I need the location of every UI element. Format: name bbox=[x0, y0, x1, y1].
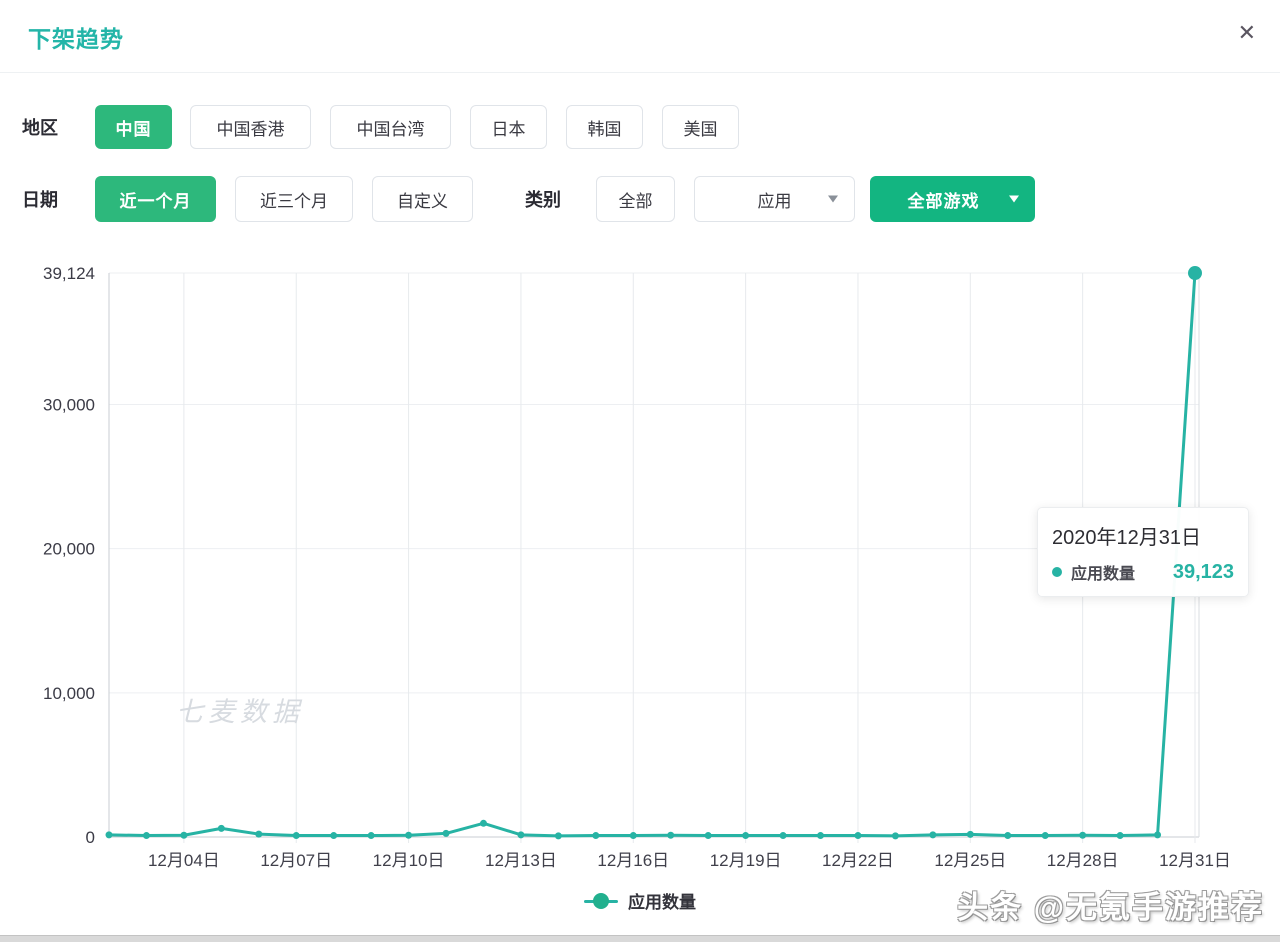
y-tick-label: 0 bbox=[86, 828, 95, 847]
x-tick-label: 12月28日 bbox=[1047, 851, 1119, 870]
data-point[interactable] bbox=[1154, 831, 1161, 838]
region-option-china[interactable]: 中国 bbox=[95, 105, 172, 149]
highlighted-data-point[interactable] bbox=[1188, 266, 1202, 280]
x-tick-label: 12月16日 bbox=[597, 851, 669, 870]
data-point[interactable] bbox=[1117, 832, 1124, 839]
data-point[interactable] bbox=[592, 832, 599, 839]
region-option-taiwan[interactable]: 中国台湾 bbox=[330, 105, 451, 149]
data-point[interactable] bbox=[368, 832, 375, 839]
category-option-all[interactable]: 全部 bbox=[596, 176, 675, 222]
data-point[interactable] bbox=[1004, 832, 1011, 839]
data-point[interactable] bbox=[405, 832, 412, 839]
data-point[interactable] bbox=[967, 831, 974, 838]
app-dropdown-value: 应用 bbox=[758, 187, 792, 212]
x-tick-label: 12月31日 bbox=[1159, 851, 1231, 870]
caret-down-icon bbox=[828, 196, 838, 203]
legend-line-dot-icon bbox=[584, 893, 618, 909]
bottom-edge bbox=[0, 935, 1280, 942]
x-tick-label: 12月25日 bbox=[934, 851, 1006, 870]
data-point[interactable] bbox=[630, 832, 637, 839]
y-tick-label: 39,124 bbox=[43, 264, 95, 283]
tooltip-value: 39,123 bbox=[1173, 561, 1234, 584]
tooltip-series-name: 应用数量 bbox=[1071, 560, 1135, 584]
toutiao-watermark: 头条 @无氪手游推荐 bbox=[957, 882, 1264, 927]
data-point[interactable] bbox=[443, 830, 450, 837]
data-point[interactable] bbox=[854, 832, 861, 839]
trend-line bbox=[109, 273, 1195, 836]
series-dot-icon bbox=[1052, 567, 1062, 577]
data-point[interactable] bbox=[555, 832, 562, 839]
y-tick-label: 20,000 bbox=[43, 540, 95, 559]
data-point[interactable] bbox=[742, 832, 749, 839]
x-tick-label: 12月04日 bbox=[148, 851, 220, 870]
app-category-dropdown[interactable]: 应用 bbox=[694, 176, 855, 222]
date-option-three-months[interactable]: 近三个月 bbox=[235, 176, 353, 222]
y-tick-label: 30,000 bbox=[43, 396, 95, 415]
date-category-filter-row: 日期 近一个月 近三个月 自定义 类别 全部 应用 全部游戏 bbox=[0, 176, 1280, 222]
x-tick-label: 12月22日 bbox=[822, 851, 894, 870]
x-tick-label: 12月07日 bbox=[260, 851, 332, 870]
page-title: 下架趋势 bbox=[28, 20, 124, 54]
data-point[interactable] bbox=[143, 832, 150, 839]
data-point[interactable] bbox=[180, 832, 187, 839]
data-point[interactable] bbox=[106, 831, 113, 838]
close-icon[interactable]: ✕ bbox=[1238, 22, 1256, 44]
date-label: 日期 bbox=[22, 186, 58, 212]
data-point[interactable] bbox=[892, 832, 899, 839]
data-point[interactable] bbox=[293, 832, 300, 839]
data-point[interactable] bbox=[480, 820, 487, 827]
data-point[interactable] bbox=[1079, 832, 1086, 839]
data-point[interactable] bbox=[667, 832, 674, 839]
date-option-last-month[interactable]: 近一个月 bbox=[95, 176, 216, 222]
caret-down-icon bbox=[1009, 196, 1019, 203]
tooltip-date: 2020年12月31日 bbox=[1052, 521, 1234, 550]
region-option-usa[interactable]: 美国 bbox=[662, 105, 739, 149]
y-tick-label: 10,000 bbox=[43, 684, 95, 703]
game-category-dropdown[interactable]: 全部游戏 bbox=[870, 176, 1035, 222]
data-point[interactable] bbox=[929, 831, 936, 838]
category-label: 类别 bbox=[525, 186, 561, 212]
data-point[interactable] bbox=[330, 832, 337, 839]
data-point[interactable] bbox=[1042, 832, 1049, 839]
region-label: 地区 bbox=[22, 114, 58, 140]
data-point[interactable] bbox=[817, 832, 824, 839]
region-filter-row: 地区 中国 中国香港 中国台湾 日本 韩国 美国 bbox=[0, 105, 1280, 149]
chart-tooltip: 2020年12月31日 应用数量 39,123 bbox=[1037, 507, 1249, 597]
x-tick-label: 12月19日 bbox=[710, 851, 782, 870]
region-option-korea[interactable]: 韩国 bbox=[566, 105, 643, 149]
game-dropdown-value: 全部游戏 bbox=[908, 187, 980, 212]
legend-label: 应用数量 bbox=[628, 888, 696, 913]
data-point[interactable] bbox=[780, 832, 787, 839]
data-point[interactable] bbox=[517, 831, 524, 838]
region-option-japan[interactable]: 日本 bbox=[470, 105, 547, 149]
x-tick-label: 12月10日 bbox=[373, 851, 445, 870]
dialog-header: 下架趋势 ✕ bbox=[0, 0, 1280, 73]
data-point[interactable] bbox=[705, 832, 712, 839]
x-tick-label: 12月13日 bbox=[485, 851, 557, 870]
tooltip-row: 应用数量 39,123 bbox=[1052, 560, 1234, 584]
data-point[interactable] bbox=[218, 825, 225, 832]
data-point[interactable] bbox=[255, 831, 262, 838]
date-option-custom[interactable]: 自定义 bbox=[372, 176, 473, 222]
removal-trend-dialog: 下架趋势 ✕ 地区 中国 中国香港 中国台湾 日本 韩国 美国 日期 近一个月 … bbox=[0, 0, 1280, 942]
region-option-hongkong[interactable]: 中国香港 bbox=[190, 105, 311, 149]
